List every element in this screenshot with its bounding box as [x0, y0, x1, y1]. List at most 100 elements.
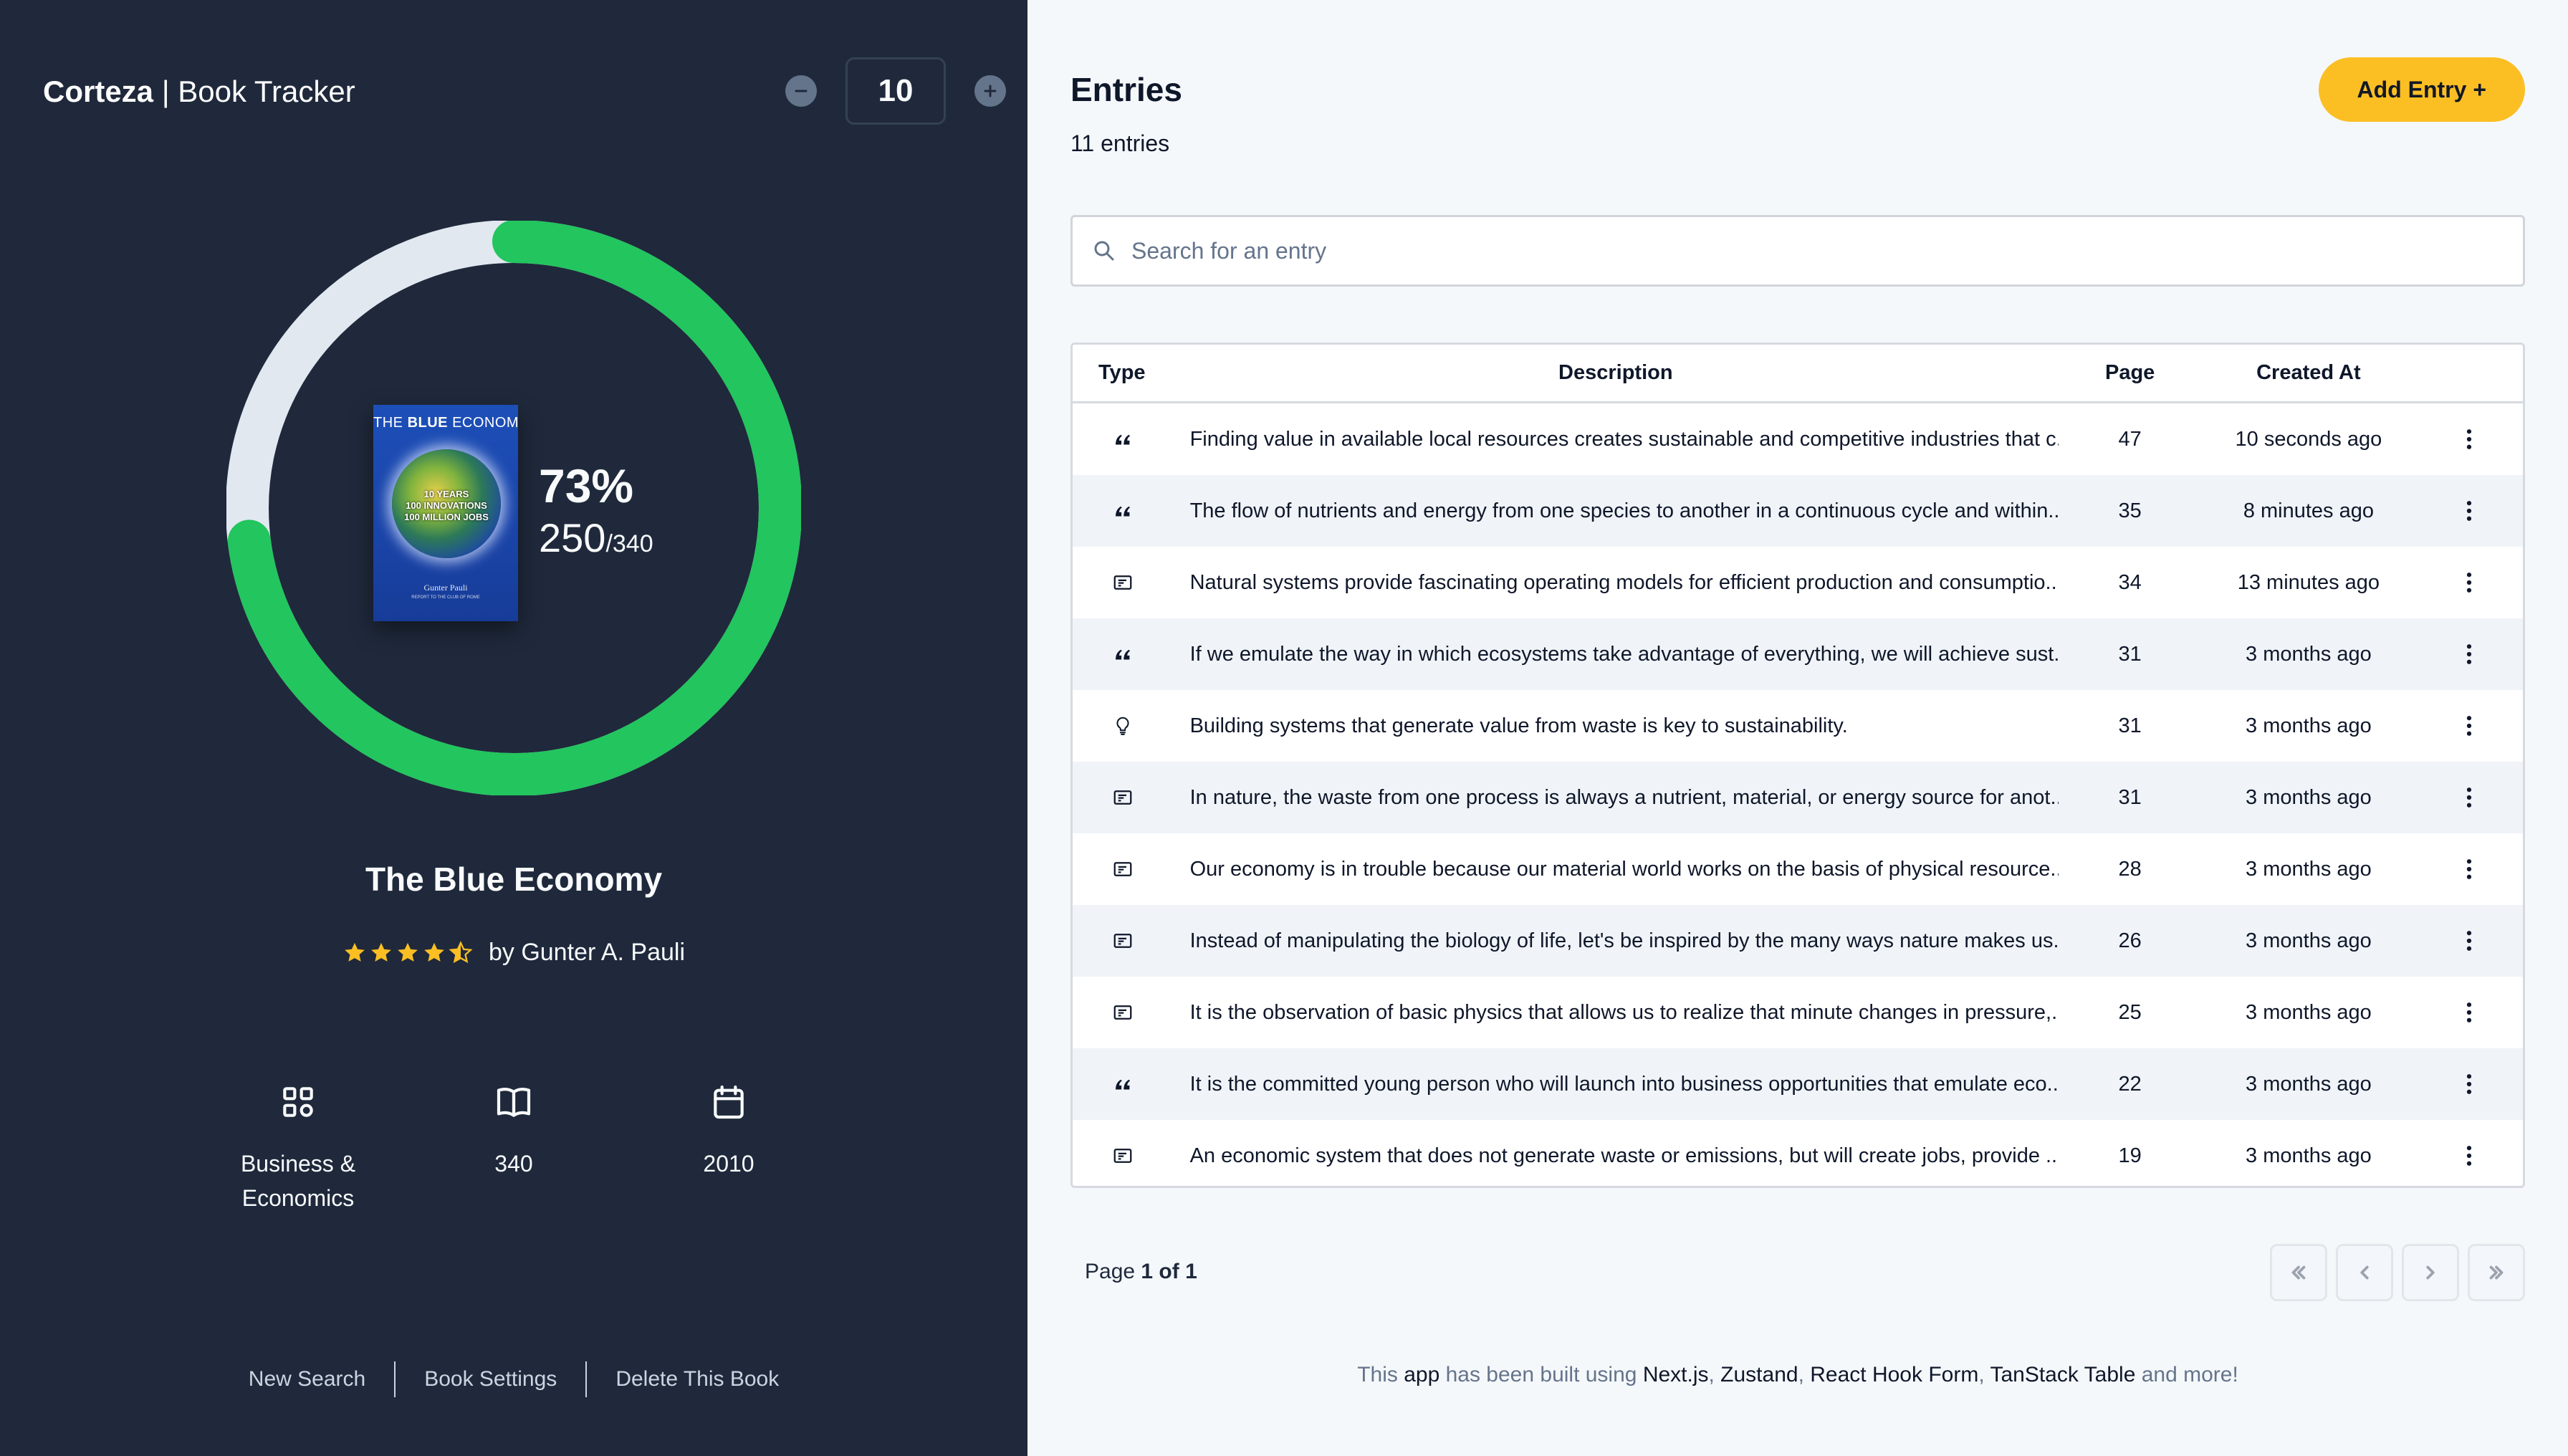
new-search-link[interactable]: New Search: [220, 1367, 394, 1392]
last-page-button[interactable]: [2468, 1244, 2525, 1301]
delete-book-link[interactable]: Delete This Book: [587, 1367, 808, 1392]
row-actions-button[interactable]: [2415, 1000, 2523, 1025]
row-actions-button[interactable]: [2415, 570, 2523, 595]
more-vertical-icon: [2467, 1002, 2472, 1022]
entry-type-quote: [1073, 500, 1173, 522]
footer-highlight: Next.js: [1642, 1363, 1709, 1386]
entry-description: In nature, the waste from one process is…: [1189, 785, 2059, 809]
entry-description: If we emulate the way in which ecosystem…: [1189, 642, 2059, 666]
entry-page: 34: [2118, 570, 2142, 594]
table-row[interactable]: It is the committed young person who wil…: [1073, 1048, 2523, 1120]
entry-type-note: [1073, 1145, 1173, 1167]
footer-text: This: [1357, 1363, 1404, 1386]
row-actions-button[interactable]: [2415, 641, 2523, 667]
header-created-at[interactable]: Created At: [2201, 361, 2415, 385]
entry-page: 31: [2118, 714, 2142, 737]
quote-icon: [1115, 1079, 1130, 1090]
page-info: Page 1 of 1: [1085, 1260, 1197, 1283]
cover-globe: 10 YEARS 100 INNOVATIONS 100 MILLION JOB…: [392, 449, 501, 558]
entry-created-at: 3 months ago: [2246, 1144, 2372, 1167]
more-vertical-icon: [2467, 1074, 2472, 1094]
chevrons-left-icon: [2291, 1265, 2306, 1280]
entry-created-at: 3 months ago: [2246, 857, 2372, 881]
table-row[interactable]: Our economy is in trouble because our ma…: [1073, 833, 2523, 905]
table-row[interactable]: Instead of manipulating the biology of l…: [1073, 905, 2523, 977]
book-panel: Corteza | Book Tracker THE BLUE ECONOMY …: [0, 0, 1027, 1456]
meta-category: Business & Economics: [212, 1082, 384, 1215]
pages-total: /340: [605, 530, 653, 557]
row-actions-button[interactable]: [2415, 928, 2523, 954]
increment-button[interactable]: [974, 75, 1006, 107]
entries-title: Entries: [1070, 71, 1182, 108]
table-row[interactable]: It is the observation of basic physics t…: [1073, 977, 2523, 1048]
chevron-right-icon: [2426, 1265, 2435, 1280]
footer-text: and more!: [2135, 1363, 2238, 1386]
more-vertical-icon: [2467, 429, 2472, 449]
entry-description: It is the committed young person who wil…: [1189, 1072, 2059, 1096]
note-icon: [1113, 862, 1132, 876]
app-brand: Corteza | Book Tracker: [43, 75, 355, 109]
table-row[interactable]: An economic system that does not generat…: [1073, 1120, 2523, 1186]
table-row[interactable]: If we emulate the way in which ecosystem…: [1073, 618, 2523, 690]
entry-created-at: 10 seconds ago: [2235, 427, 2382, 451]
entry-description: The flow of nutrients and energy from on…: [1189, 499, 2059, 522]
note-icon: [1113, 575, 1132, 590]
more-vertical-icon: [2467, 716, 2472, 736]
open-book-icon: [497, 1088, 531, 1117]
entry-created-at: 3 months ago: [2246, 785, 2372, 809]
progress-percent: 73%: [539, 459, 634, 512]
next-page-button[interactable]: [2402, 1244, 2459, 1301]
note-icon: [1113, 934, 1132, 948]
entry-created-at: 8 minutes ago: [2243, 499, 2374, 522]
entry-created-at: 3 months ago: [2246, 1072, 2372, 1096]
calendar-icon: [714, 1085, 744, 1119]
decrement-button[interactable]: [785, 75, 817, 107]
table-row[interactable]: The flow of nutrients and energy from on…: [1073, 475, 2523, 547]
footer-text: ,: [1978, 1363, 1990, 1386]
row-actions-button[interactable]: [2415, 498, 2523, 524]
book-settings-link[interactable]: Book Settings: [396, 1367, 585, 1392]
pages-count: 340: [494, 1151, 533, 1177]
entry-page: 47: [2118, 427, 2142, 451]
table-row[interactable]: In nature, the waste from one process is…: [1073, 762, 2523, 833]
entry-page: 25: [2118, 1000, 2142, 1024]
row-actions-button[interactable]: [2415, 1071, 2523, 1097]
entry-page: 26: [2118, 929, 2142, 952]
search-icon: [1094, 241, 1114, 261]
footer-credits: This app has been built using Next.js, Z…: [1027, 1363, 2568, 1387]
row-actions-button[interactable]: [2415, 713, 2523, 739]
add-entry-button[interactable]: Add Entry +: [2318, 57, 2525, 122]
search-bar: [1070, 215, 2525, 287]
pages-progress: 250/340: [539, 513, 653, 569]
category-text: Business & Economics: [240, 1151, 356, 1211]
entries-panel: Entries 11 entries Add Entry + Type Desc…: [1027, 0, 2568, 1456]
previous-page-button[interactable]: [2336, 1244, 2393, 1301]
note-icon: [1113, 790, 1132, 805]
brand-name: Corteza: [43, 75, 154, 108]
book-author: by Gunter A. Pauli: [488, 939, 686, 966]
table-row[interactable]: Finding value in available local resourc…: [1073, 403, 2523, 475]
header-type[interactable]: Type: [1073, 361, 1173, 385]
more-vertical-icon: [2467, 787, 2472, 808]
star-rating: [342, 940, 473, 965]
quote-icon: [1115, 434, 1130, 445]
header-page[interactable]: Page: [2059, 361, 2201, 385]
table-row[interactable]: Natural systems provide fascinating oper…: [1073, 547, 2523, 618]
row-actions-button[interactable]: [2415, 785, 2523, 810]
entry-page: 35: [2118, 499, 2142, 522]
star-full-icon: [345, 942, 365, 962]
row-actions-button[interactable]: [2415, 426, 2523, 452]
star-half-icon: [449, 940, 473, 963]
header-description[interactable]: Description: [1173, 361, 2059, 385]
table-row[interactable]: Building systems that generate value fro…: [1073, 690, 2523, 762]
search-input[interactable]: [1131, 237, 2523, 264]
entry-type-note: [1073, 858, 1173, 880]
first-page-button[interactable]: [2270, 1244, 2327, 1301]
row-actions-button[interactable]: [2415, 1143, 2523, 1169]
page-increment-input[interactable]: [845, 57, 946, 125]
row-actions-button[interactable]: [2415, 856, 2523, 882]
entry-created-at: 3 months ago: [2246, 1000, 2372, 1024]
entry-created-at: 3 months ago: [2246, 642, 2372, 666]
star-full-icon: [371, 942, 391, 962]
cover-title: THE BLUE ECONOMY: [373, 415, 518, 431]
